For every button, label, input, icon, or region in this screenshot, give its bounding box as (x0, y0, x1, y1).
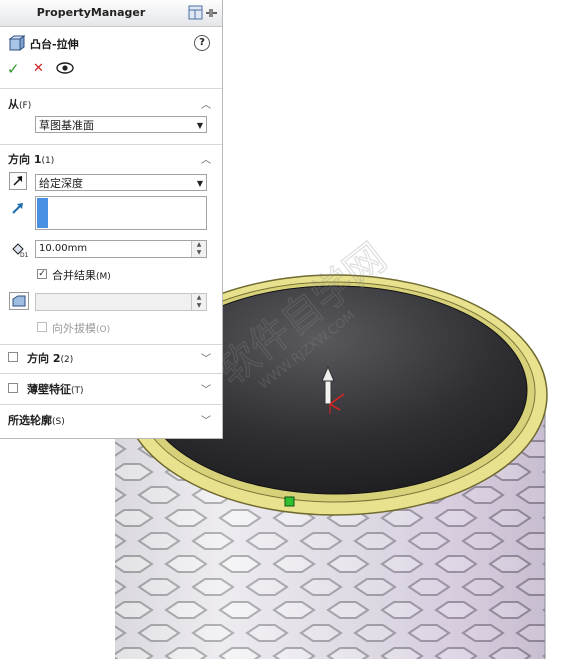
draft-toggle-button[interactable] (9, 292, 29, 310)
draft-outward-label: 向外拔模(O) (52, 322, 111, 335)
section-direction2-header[interactable]: 方向 2(2) (27, 350, 73, 366)
section-thin-feature-header[interactable]: 薄壁特征(T) (27, 381, 84, 397)
expand-chevron-icon[interactable]: ﹀ (200, 350, 212, 365)
depth-input[interactable]: 10.00mm ▲ ▼ (35, 240, 207, 258)
help-button[interactable]: ? (194, 35, 210, 51)
property-manager-panel: PropertyManager 凸台-拉伸 ? ✓ ✕ 从(F) ︿ 草图基准面… (0, 0, 223, 439)
pin-icon[interactable] (206, 9, 217, 17)
title-bar-icons (188, 5, 218, 24)
ok-button[interactable]: ✓ (7, 60, 20, 78)
draft-outward-checkbox[interactable] (37, 322, 47, 332)
divider (0, 344, 222, 345)
depth-icon: D1 (12, 243, 29, 258)
expand-chevron-icon[interactable]: ﹀ (200, 381, 212, 396)
panel-title-bar: PropertyManager (0, 0, 222, 27)
boss-extrude-icon (8, 35, 25, 51)
collapse-chevron-icon[interactable]: ︿ (200, 151, 212, 166)
merge-result-checkbox[interactable]: ✓ (37, 269, 47, 279)
draft-spinner[interactable]: ▲ ▼ (191, 294, 206, 310)
divider (0, 404, 222, 405)
section-selected-contours-header[interactable]: 所选轮廓(S) (8, 412, 65, 428)
panel-layout-icon[interactable] (188, 5, 203, 20)
sketch-point-marker (284, 496, 295, 507)
expand-chevron-icon[interactable]: ﹀ (200, 412, 212, 427)
divider (0, 88, 222, 89)
end-condition-select[interactable]: 给定深度 ▼ (35, 174, 207, 191)
reverse-direction-button[interactable] (9, 172, 27, 190)
divider (0, 144, 222, 145)
thin-feature-checkbox[interactable] (8, 383, 18, 393)
svg-text:D1: D1 (20, 252, 29, 258)
direction-selection-box[interactable] (35, 196, 207, 230)
section-from-header[interactable]: 从(F) (8, 96, 31, 112)
merge-result-label: 合并结果(M) (52, 269, 111, 282)
collapse-chevron-icon[interactable]: ︿ (200, 96, 212, 111)
depth-spinner[interactable]: ▲ ▼ (191, 241, 206, 257)
section-direction1-header[interactable]: 方向 1(1) (8, 151, 54, 167)
draft-angle-input[interactable]: ▲ ▼ (35, 293, 207, 311)
direction2-checkbox[interactable] (8, 352, 18, 362)
preview-eye-icon[interactable] (56, 61, 74, 75)
feature-name: 凸台-拉伸 (30, 38, 79, 51)
panel-title: PropertyManager (36, 6, 146, 19)
draft-icon (12, 295, 26, 307)
divider (0, 373, 222, 374)
cancel-button[interactable]: ✕ (33, 61, 44, 76)
from-start-select[interactable]: 草图基准面 ▼ (35, 116, 207, 133)
selection-highlight (37, 198, 48, 228)
reverse-direction-icon (13, 176, 23, 186)
direction-vector-icon (12, 203, 23, 214)
